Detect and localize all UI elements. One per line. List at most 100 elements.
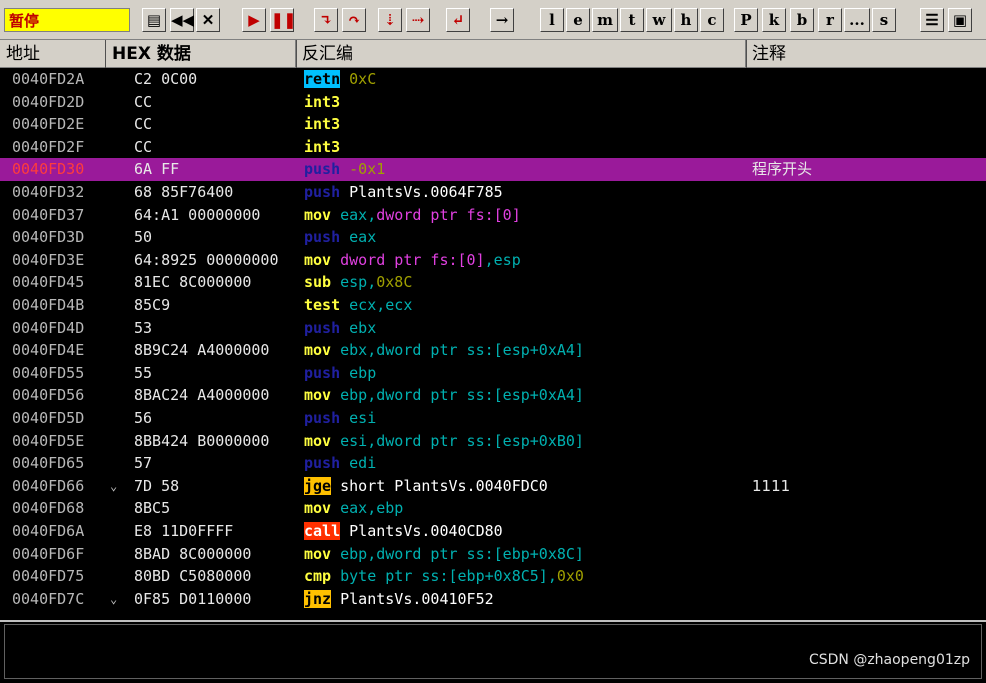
- table-row[interactable]: 0040FD2D CC int3: [0, 91, 986, 114]
- mnemonic: mov: [304, 205, 332, 224]
- table-row[interactable]: 0040FD2E CC int3: [0, 113, 986, 136]
- column-comment[interactable]: 注释: [746, 40, 986, 68]
- table-row[interactable]: 0040FD7C ⌄ 0F85 D0110000 jnz PlantsVs.00410…: [0, 588, 986, 611]
- row-disassembly: mov esi,dword ptr ss:[esp+0xB0]: [304, 430, 584, 452]
- row-disassembly: mov ebp,dword ptr ss:[ebp+0x8C]: [304, 543, 584, 565]
- open-folder-icon[interactable]: ▤: [142, 8, 166, 32]
- row-hex: 68 85F76400: [134, 183, 234, 201]
- row-address: 0040FD2A: [12, 70, 85, 88]
- toolbar-btn-w[interactable]: w: [646, 8, 672, 32]
- row-address: 0040FD4B: [12, 296, 85, 314]
- trace-over-icon[interactable]: ⇢: [406, 8, 430, 32]
- step-into-icon[interactable]: ↴: [314, 8, 338, 32]
- row-disassembly: push eax: [304, 226, 376, 248]
- column-disassembly[interactable]: 反汇编: [296, 40, 746, 68]
- mnemonic: push: [304, 183, 341, 201]
- table-row[interactable]: 0040FD5E 8BB424 B0000000 mov esi,dword ptr…: [0, 430, 986, 453]
- row-hex: 8BB424 B0000000: [134, 431, 270, 450]
- table-row[interactable]: 0040FD75 80BD C5080000 cmp byte ptr ss:[eb…: [0, 565, 986, 588]
- mnemonic: push: [304, 363, 341, 382]
- row-hex: 64:A1 00000000: [134, 205, 261, 224]
- pause-icon[interactable]: ❚❚: [270, 8, 296, 32]
- mnemonic: push: [304, 454, 341, 473]
- close-icon[interactable]: ✕: [196, 8, 220, 32]
- window-icon[interactable]: ▣: [948, 8, 972, 32]
- toolbar-btn-e[interactable]: e: [566, 8, 590, 32]
- toolbar-btn-more[interactable]: ...: [844, 8, 870, 32]
- operand: 0xC: [349, 70, 377, 88]
- column-address[interactable]: 地址: [0, 40, 106, 68]
- table-row[interactable]: 0040FD37 64:A1 00000000 mov eax,dword ptr …: [0, 204, 986, 227]
- row-hex: 8BAD 8C000000: [134, 544, 252, 563]
- table-row[interactable]: 0040FD2F CC int3: [0, 136, 986, 159]
- row-address: 0040FD3D: [12, 228, 85, 247]
- row-disassembly: int3: [304, 91, 340, 113]
- table-row[interactable]: 0040FD55 55 push ebp: [0, 362, 986, 385]
- operand: eax,: [340, 205, 377, 224]
- toolbar-btn-t[interactable]: t: [620, 8, 644, 32]
- trace-into-icon[interactable]: ⇣: [378, 8, 402, 32]
- table-row[interactable]: 0040FD6A E8 11D0FFFF call PlantsVs.0040CD8…: [0, 520, 986, 543]
- table-row[interactable]: 0040FD32 68 85F76400 push PlantsVs.0064F78…: [0, 181, 986, 204]
- row-disassembly: push -0x1: [304, 158, 385, 180]
- disassembly-list[interactable]: 0040FD2A C2 0C00 retn 0xC 0040FD2D CC int3 004…: [0, 68, 986, 620]
- go-to-icon[interactable]: →: [490, 8, 514, 32]
- table-row[interactable]: 0040FD3D 50 push eax: [0, 226, 986, 249]
- table-row[interactable]: 0040FD30 6A FF push -0x1 程序开头: [0, 158, 986, 181]
- toolbar-btn-k[interactable]: k: [762, 8, 786, 32]
- table-row[interactable]: 0040FD4B 85C9 test ecx,ecx: [0, 294, 986, 317]
- table-row[interactable]: 0040FD4E 8B9C24 A4000000 mov ebx,dword ptr…: [0, 339, 986, 362]
- row-disassembly: mov eax,dword ptr fs:[0]: [304, 204, 521, 226]
- toolbar-btn-l[interactable]: l: [540, 8, 564, 32]
- row-comment: 1111: [752, 476, 791, 495]
- mnemonic: push: [304, 228, 341, 247]
- row-comment: 程序开头: [752, 160, 813, 179]
- row-hex: CC: [134, 137, 153, 156]
- row-hex: 8BC5: [134, 499, 171, 518]
- toolbar-btn-s[interactable]: s: [872, 8, 896, 32]
- table-row[interactable]: 0040FD5D 56 push esi: [0, 407, 986, 430]
- row-hex: 85C9: [134, 296, 171, 314]
- toolbar-btn-r[interactable]: r: [818, 8, 842, 32]
- table-row[interactable]: 0040FD68 8BC5 mov eax,ebp: [0, 497, 986, 520]
- table-row[interactable]: 0040FD4D 53 push ebx: [0, 317, 986, 340]
- operand: short PlantsVs.0040FDC0: [340, 476, 548, 495]
- row-hex: 6A FF: [134, 160, 180, 179]
- column-hex[interactable]: HEX 数据: [106, 40, 296, 68]
- table-row[interactable]: 0040FD3E 64:8925 00000000 mov dword ptr fs…: [0, 249, 986, 272]
- row-disassembly: mov ebx,dword ptr ss:[esp+0xA4]: [304, 339, 584, 361]
- run-icon[interactable]: ▶: [242, 8, 266, 32]
- row-address: 0040FD6A: [12, 522, 85, 540]
- row-disassembly: int3: [304, 136, 340, 158]
- table-row[interactable]: 0040FD45 81EC 8C000000 sub esp,0x8C: [0, 271, 986, 294]
- toolbar-btn-p[interactable]: P: [734, 8, 758, 32]
- step-over-icon[interactable]: ↷: [342, 8, 366, 32]
- operand: esp,: [340, 273, 377, 292]
- table-row[interactable]: 0040FD6F 8BAD 8C000000 mov ebp,dword ptr s…: [0, 543, 986, 566]
- execute-till-return-icon[interactable]: ↵: [446, 8, 470, 32]
- operand: eax,ebp: [340, 499, 404, 518]
- table-row[interactable]: 0040FD56 8BAC24 A4000000 mov ebp,dword ptr…: [0, 384, 986, 407]
- row-disassembly: jnz PlantsVs.00410F52: [304, 588, 494, 610]
- row-address: 0040FD75: [12, 567, 85, 586]
- toolbar-btn-h[interactable]: h: [674, 8, 698, 32]
- rewind-icon[interactable]: ◀◀: [170, 8, 194, 32]
- row-address: 0040FD7C: [12, 589, 85, 608]
- row-hex: 50: [134, 228, 153, 247]
- toolbar-btn-c[interactable]: c: [700, 8, 724, 32]
- operand: eax: [349, 228, 377, 247]
- operand: ebp: [349, 363, 377, 382]
- row-hex: 8B9C24 A4000000: [134, 341, 270, 360]
- toolbar-btn-b[interactable]: b: [790, 8, 814, 32]
- mnemonic: int3: [304, 115, 341, 134]
- list-icon[interactable]: ☰: [920, 8, 944, 32]
- table-row[interactable]: 0040FD66 ⌄ 7D 58 jge short PlantsVs.0040FDC…: [0, 475, 986, 498]
- row-disassembly: test ecx,ecx: [304, 294, 412, 316]
- column-header: 地址 HEX 数据 反汇编 注释: [0, 40, 986, 68]
- row-address: 0040FD6F: [12, 544, 85, 563]
- table-row[interactable]: 0040FD65 57 push edi: [0, 452, 986, 475]
- mnemonic: jge: [304, 476, 332, 495]
- toolbar-btn-m[interactable]: m: [592, 8, 618, 32]
- table-row[interactable]: 0040FD2A C2 0C00 retn 0xC: [0, 68, 986, 91]
- mnemonic: push: [304, 409, 341, 427]
